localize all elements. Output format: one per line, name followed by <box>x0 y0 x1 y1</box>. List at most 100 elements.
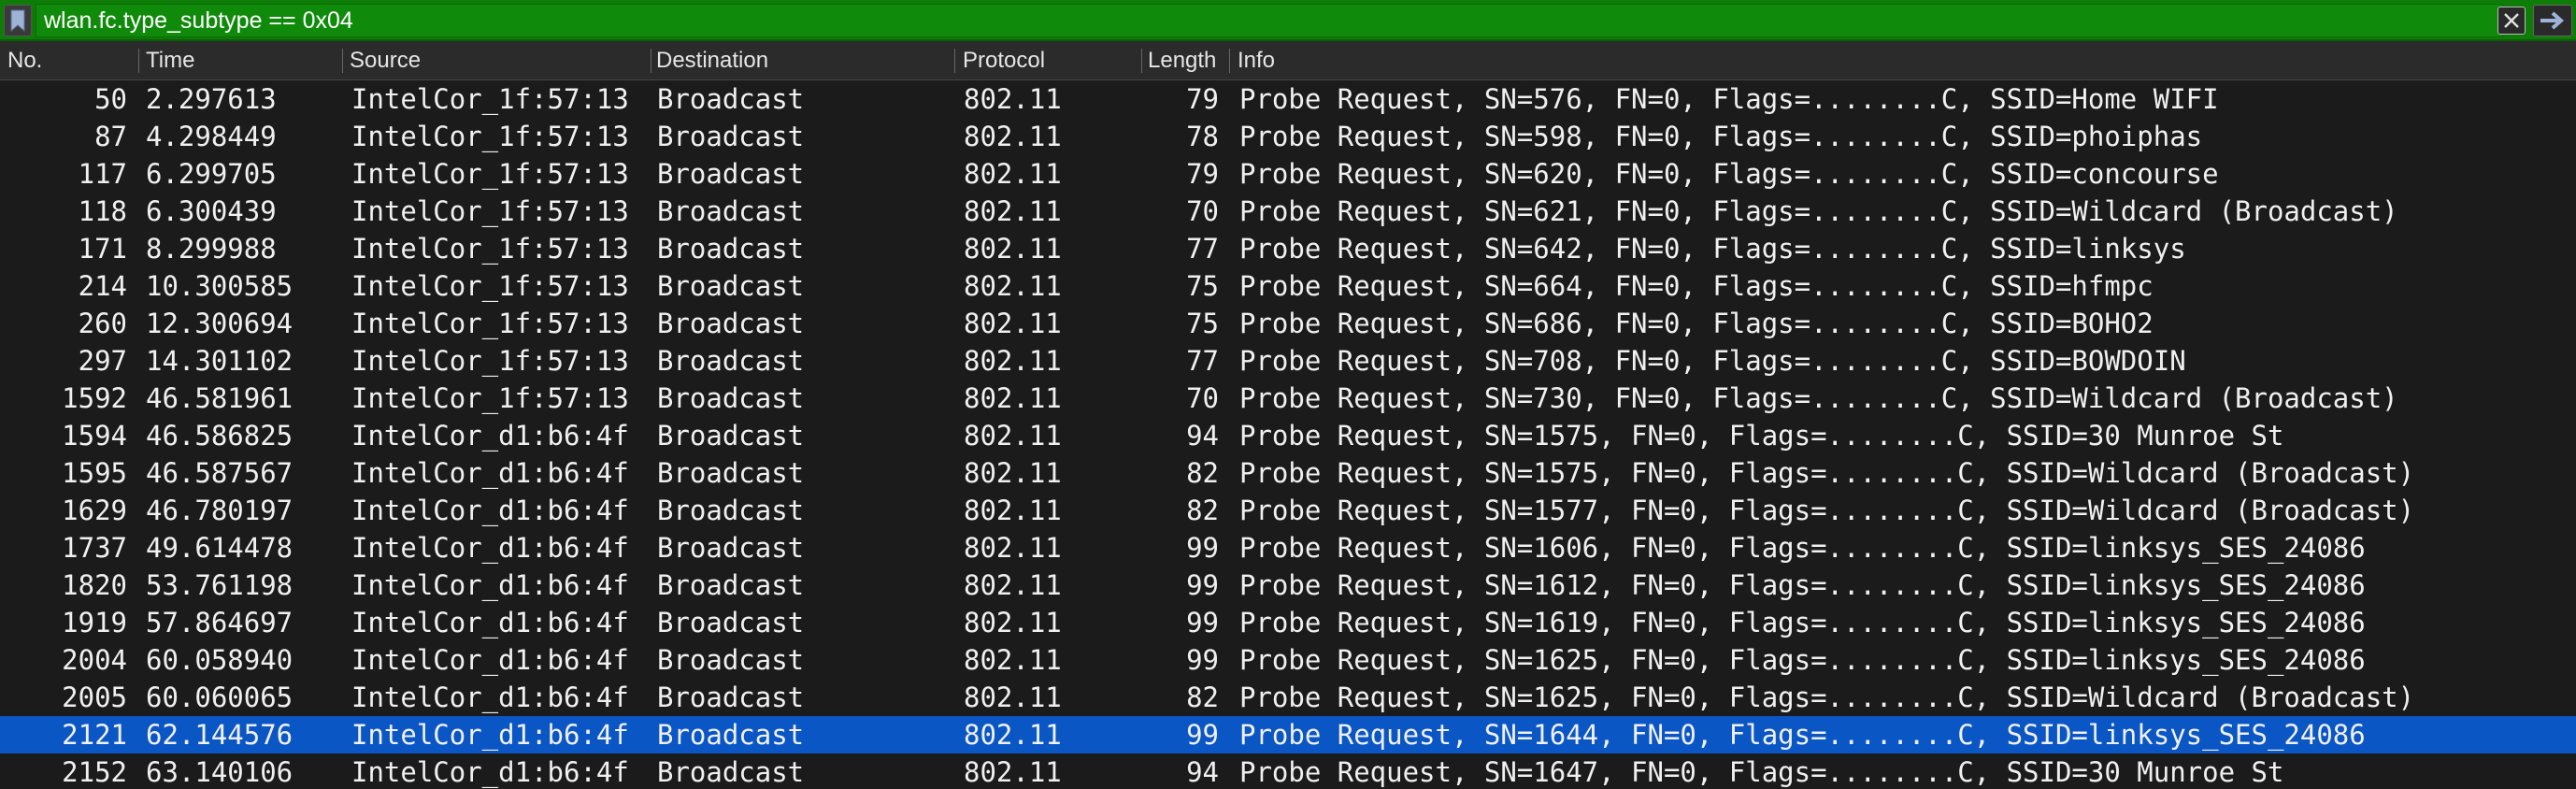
packet-info: Probe Request, SN=664, FN=0, Flags=.....… <box>1239 270 2154 302</box>
packet-row-selected[interactable]: 2121 62.144576 IntelCor_d1:b6:4f Broadcast 8… <box>0 716 2576 753</box>
packet-time: 63.140106 <box>146 756 293 788</box>
packet-destination: Broadcast <box>657 681 805 713</box>
packet-protocol: 802.11 <box>964 532 1062 564</box>
packet-protocol: 802.11 <box>964 382 1062 414</box>
packet-no: 2121 <box>62 719 127 751</box>
packet-info: Probe Request, SN=1575, FN=0, Flags=....… <box>1239 457 2415 489</box>
packet-info: Probe Request, SN=598, FN=0, Flags=.....… <box>1239 121 2203 152</box>
column-header-protocol[interactable]: Protocol <box>963 41 1140 80</box>
packet-source: IntelCor_d1:b6:4f <box>351 756 629 788</box>
packet-source: IntelCor_1f:57:13 <box>351 345 629 377</box>
packet-row[interactable]: 117 6.299705 IntelCor_1f:57:13 Broadcast 802… <box>0 155 2576 193</box>
packet-source: IntelCor_1f:57:13 <box>351 382 629 414</box>
column-header-source[interactable]: Source <box>350 41 649 80</box>
packet-length: 82 <box>1186 681 1219 713</box>
filter-bookmark-button[interactable] <box>4 5 32 36</box>
packet-destination: Broadcast <box>657 195 805 227</box>
packet-time: 46.780197 <box>146 495 293 526</box>
clear-filter-button[interactable] <box>2497 7 2526 35</box>
packet-row[interactable]: 2004 60.058940 IntelCor_d1:b6:4f Broadcast 8… <box>0 641 2576 679</box>
packet-protocol: 802.11 <box>964 195 1062 227</box>
packet-no: 1820 <box>62 569 127 601</box>
apply-filter-button[interactable] <box>2533 5 2572 36</box>
packet-row[interactable]: 118 6.300439 IntelCor_1f:57:13 Broadcast 802… <box>0 193 2576 230</box>
packet-row[interactable]: 297 14.301102 IntelCor_1f:57:13 Broadcast 80… <box>0 342 2576 380</box>
packet-length: 94 <box>1186 756 1219 788</box>
packet-row[interactable]: 1919 57.864697 IntelCor_d1:b6:4f Broadcast 8… <box>0 604 2576 641</box>
packet-source: IntelCor_1f:57:13 <box>351 195 629 227</box>
packet-row[interactable]: 1629 46.780197 IntelCor_d1:b6:4f Broadcast 8… <box>0 492 2576 529</box>
packet-no: 1629 <box>62 495 127 526</box>
column-divider[interactable] <box>954 49 955 73</box>
packet-info: Probe Request, SN=708, FN=0, Flags=.....… <box>1239 345 2186 377</box>
packet-source: IntelCor_d1:b6:4f <box>351 644 629 676</box>
column-divider[interactable] <box>1141 49 1142 73</box>
packet-list[interactable]: 50 2.297613 IntelCor_1f:57:13 Broadcast 802.… <box>0 80 2576 789</box>
packet-source: IntelCor_d1:b6:4f <box>351 569 629 601</box>
packet-row[interactable]: 50 2.297613 IntelCor_1f:57:13 Broadcast 802.… <box>0 80 2576 118</box>
packet-time: 12.300694 <box>146 308 293 339</box>
column-divider[interactable] <box>138 49 139 73</box>
packet-protocol: 802.11 <box>964 420 1062 452</box>
packet-no: 214 <box>78 270 127 302</box>
packet-time: 62.144576 <box>146 719 293 751</box>
packet-no: 1919 <box>62 607 127 638</box>
column-divider[interactable] <box>1229 49 1230 73</box>
packet-length: 94 <box>1186 420 1219 452</box>
packet-no: 87 <box>94 121 127 152</box>
bookmark-icon <box>10 9 25 32</box>
packet-time: 4.298449 <box>146 121 277 152</box>
packet-protocol: 802.11 <box>964 719 1062 751</box>
column-header-length[interactable]: Length <box>1148 41 1226 80</box>
packet-info: Probe Request, SN=1577, FN=0, Flags=....… <box>1239 495 2415 526</box>
packet-info: Probe Request, SN=621, FN=0, Flags=.....… <box>1239 195 2398 227</box>
packet-protocol: 802.11 <box>964 270 1062 302</box>
packet-destination: Broadcast <box>657 83 805 115</box>
column-header-info[interactable]: Info <box>1238 41 1611 80</box>
packet-row[interactable]: 1595 46.587567 IntelCor_d1:b6:4f Broadcast 8… <box>0 454 2576 492</box>
column-header-no[interactable]: No. <box>7 41 138 80</box>
column-header-destination[interactable]: Destination <box>656 41 951 80</box>
packet-length: 79 <box>1186 83 1219 115</box>
packet-row[interactable]: 214 10.300585 IntelCor_1f:57:13 Broadcast 80… <box>0 267 2576 305</box>
packet-time: 60.060065 <box>146 681 293 713</box>
packet-protocol: 802.11 <box>964 121 1062 152</box>
packet-protocol: 802.11 <box>964 569 1062 601</box>
packet-source: IntelCor_d1:b6:4f <box>351 681 629 713</box>
packet-time: 8.299988 <box>146 233 277 265</box>
packet-no: 1737 <box>62 532 127 564</box>
packet-row[interactable]: 2152 63.140106 IntelCor_d1:b6:4f Broadcast 8… <box>0 753 2576 789</box>
packet-destination: Broadcast <box>657 607 805 638</box>
packet-row[interactable]: 260 12.300694 IntelCor_1f:57:13 Broadcast 80… <box>0 305 2576 342</box>
packet-info: Probe Request, SN=620, FN=0, Flags=.....… <box>1239 158 2219 190</box>
packet-row[interactable]: 1592 46.581961 IntelCor_1f:57:13 Broadcast 8… <box>0 380 2576 417</box>
column-header-time[interactable]: Time <box>146 41 337 80</box>
packet-source: IntelCor_d1:b6:4f <box>351 420 629 452</box>
packet-row[interactable]: 171 8.299988 IntelCor_1f:57:13 Broadcast 802… <box>0 230 2576 267</box>
column-divider[interactable] <box>342 49 343 73</box>
packet-source: IntelCor_1f:57:13 <box>351 121 629 152</box>
packet-info: Probe Request, SN=1644, FN=0, Flags=....… <box>1239 719 2366 751</box>
packet-row[interactable]: 1737 49.614478 IntelCor_d1:b6:4f Broadcast 8… <box>0 529 2576 567</box>
packet-destination: Broadcast <box>657 308 805 339</box>
packet-protocol: 802.11 <box>964 457 1062 489</box>
packet-time: 57.864697 <box>146 607 293 638</box>
packet-info: Probe Request, SN=1619, FN=0, Flags=....… <box>1239 607 2366 638</box>
packet-length: 82 <box>1186 495 1219 526</box>
packet-no: 118 <box>78 195 127 227</box>
packet-source: IntelCor_1f:57:13 <box>351 270 629 302</box>
packet-row[interactable]: 2005 60.060065 IntelCor_d1:b6:4f Broadcast 8… <box>0 679 2576 716</box>
packet-row[interactable]: 87 4.298449 IntelCor_1f:57:13 Broadcast 802.… <box>0 118 2576 155</box>
display-filter-input[interactable]: wlan.fc.type_subtype == 0x04 <box>36 4 2503 37</box>
packet-time: 46.586825 <box>146 420 293 452</box>
packet-length: 99 <box>1186 532 1219 564</box>
packet-destination: Broadcast <box>657 569 805 601</box>
apply-arrow-icon <box>2540 11 2565 30</box>
packet-protocol: 802.11 <box>964 158 1062 190</box>
packet-row[interactable]: 1594 46.586825 IntelCor_d1:b6:4f Broadcast 8… <box>0 417 2576 454</box>
packet-protocol: 802.11 <box>964 495 1062 526</box>
packet-info: Probe Request, SN=1625, FN=0, Flags=....… <box>1239 681 2415 713</box>
packet-no: 2005 <box>62 681 127 713</box>
packet-length: 77 <box>1186 345 1219 377</box>
packet-row[interactable]: 1820 53.761198 IntelCor_d1:b6:4f Broadcast 8… <box>0 567 2576 604</box>
